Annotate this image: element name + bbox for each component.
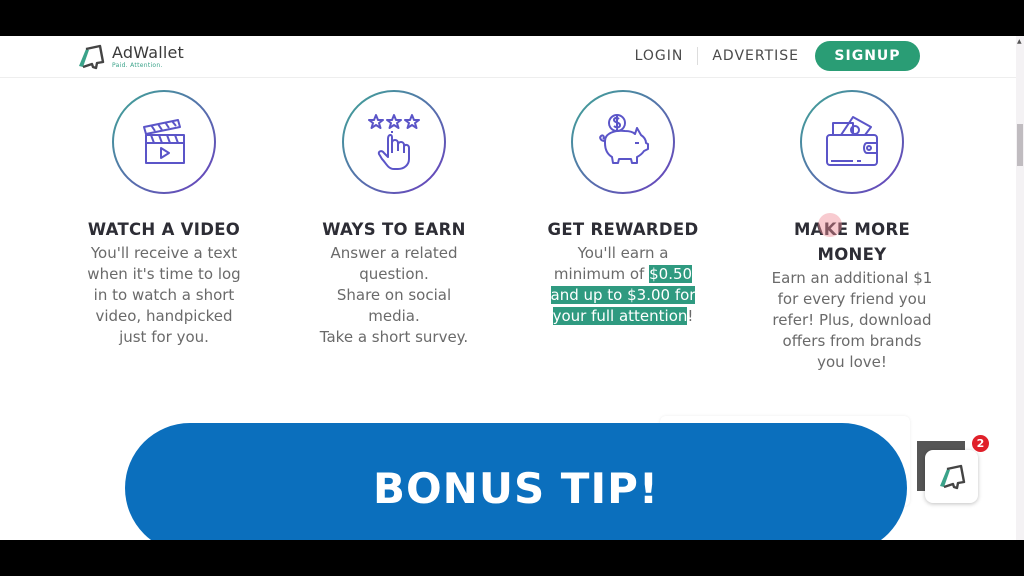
clapperboard-icon bbox=[143, 119, 185, 164]
selected-text: your full attention bbox=[552, 307, 688, 325]
adwallet-logo[interactable]: AdWallet Paid. Attention. bbox=[76, 43, 184, 71]
video-letterbox-top bbox=[0, 0, 1024, 36]
video-letterbox-bottom bbox=[0, 540, 1024, 576]
feature-ways-to-earn: WAYS TO EARN Answer a related question. … bbox=[294, 89, 494, 348]
adwallet-logo-icon bbox=[79, 44, 105, 70]
feature-title: WATCH A VIDEO bbox=[87, 220, 241, 239]
feature-icon-circle bbox=[799, 89, 905, 195]
feature-icon-circle bbox=[111, 89, 217, 195]
scroll-up-arrow-icon[interactable]: ▲ bbox=[1017, 38, 1022, 45]
feature-icon-circle bbox=[341, 89, 447, 195]
notification-badge: 2 bbox=[971, 434, 990, 453]
selected-text: $0.50 bbox=[649, 265, 693, 283]
advertise-link[interactable]: ADVERTISE bbox=[698, 48, 813, 64]
feature-title: WAYS TO EARN bbox=[322, 220, 466, 239]
chat-widget-button[interactable] bbox=[925, 450, 978, 503]
top-nav: LOGIN ADVERTISE SIGNUP bbox=[621, 41, 920, 71]
feature-icon-circle bbox=[570, 89, 676, 195]
browser-viewport: AdWallet Paid. Attention. LOGIN ADVERTIS… bbox=[0, 36, 1024, 540]
feature-description: You'll receive a text when it's time to … bbox=[87, 244, 241, 346]
signup-button[interactable]: SIGNUP bbox=[815, 41, 920, 71]
wallet-icon bbox=[826, 116, 878, 166]
site-header: AdWallet Paid. Attention. LOGIN ADVERTIS… bbox=[0, 36, 1016, 78]
selected-text: and up to $3.00 for bbox=[550, 286, 696, 304]
feature-watch-video: WATCH A VIDEO You'll receive a text when… bbox=[64, 89, 264, 348]
scroll-thumb[interactable] bbox=[1017, 124, 1023, 166]
adwallet-widget-icon bbox=[939, 464, 965, 489]
piggy-bank-icon bbox=[599, 114, 649, 164]
feature-description: Earn an additional $1 for every friend y… bbox=[771, 269, 933, 371]
feature-title: MAKE MORE MONEY bbox=[793, 220, 911, 264]
cursor-click-indicator bbox=[818, 213, 842, 237]
feature-make-more-money: MAKE MORE MONEY Earn an additional $1 for… bbox=[752, 89, 952, 373]
bonus-tip-label: BONUS TIP! bbox=[372, 463, 660, 513]
login-link[interactable]: LOGIN bbox=[621, 48, 698, 64]
page-scrollbar[interactable]: ▲ bbox=[1016, 36, 1024, 540]
feature-description: Answer a related question. Share on soci… bbox=[319, 244, 469, 346]
feature-description: You'll earn a minimum of $0.50 and up to… bbox=[550, 244, 696, 325]
feature-get-rewarded: GET REWARDED You'll earn a minimum of $0… bbox=[523, 89, 723, 327]
feature-title: GET REWARDED bbox=[547, 220, 699, 239]
stars-tap-icon bbox=[368, 114, 420, 170]
logo-name: AdWallet bbox=[112, 42, 185, 62]
bonus-tip-banner: BONUS TIP! bbox=[125, 423, 907, 540]
logo-tagline: Paid. Attention. bbox=[112, 61, 163, 69]
